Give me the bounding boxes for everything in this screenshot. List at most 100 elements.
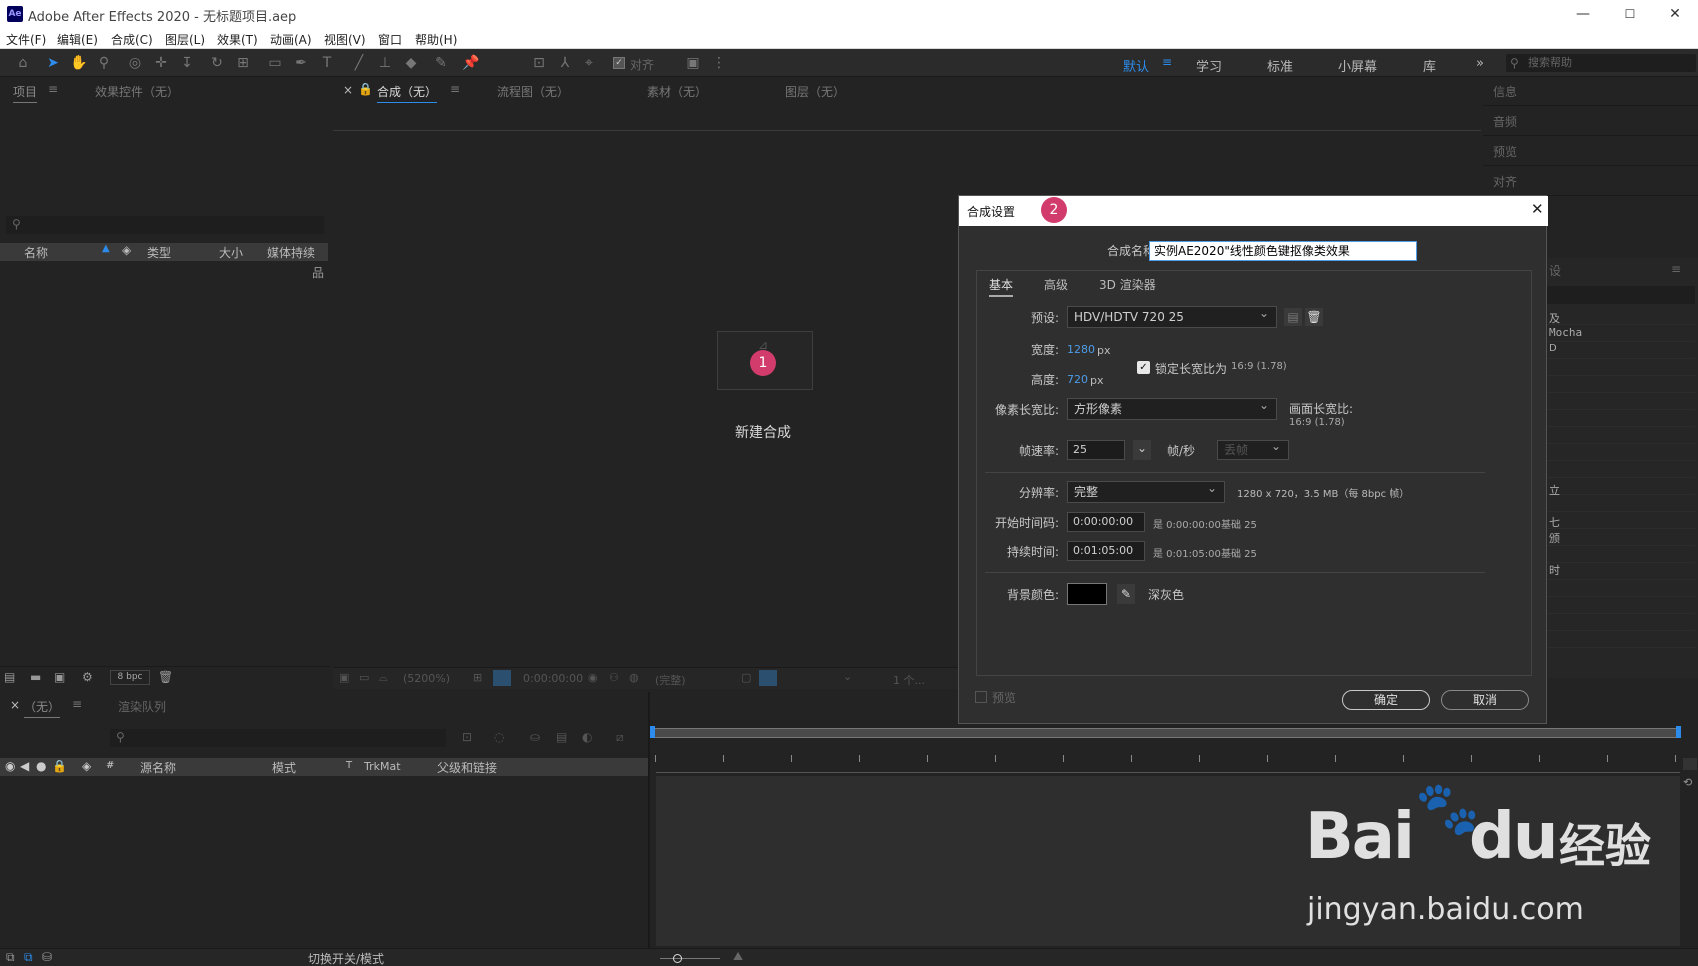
mask-icon[interactable]: ⌓: [379, 671, 388, 685]
puppet-pin-icon[interactable]: 📌: [462, 54, 480, 72]
preset-dropdown[interactable]: HDV/HDTV 720 25: [1067, 303, 1277, 328]
comp-mini-flowchart-icon[interactable]: ⊡: [462, 730, 472, 744]
orbit-camera-icon[interactable]: ◎: [126, 54, 144, 72]
region-icon[interactable]: ▢: [741, 671, 751, 684]
align-panel[interactable]: 对齐: [1483, 167, 1698, 196]
effects-item[interactable]: 颁: [1549, 530, 1560, 546]
type-tool-icon[interactable]: T: [318, 54, 336, 72]
column-mode[interactable]: 模式: [272, 759, 296, 776]
effects-item[interactable]: 时: [1549, 562, 1560, 578]
effects-item[interactable]: Mocha: [1549, 326, 1582, 339]
duration-input[interactable]: 0:01:05:00: [1067, 541, 1145, 561]
draft-3d-icon[interactable]: ◌: [494, 730, 504, 744]
column-t[interactable]: T: [346, 760, 352, 771]
zoom-slider-thumb[interactable]: [673, 954, 682, 963]
column-size[interactable]: 大小: [219, 244, 243, 261]
column-media-duration[interactable]: 媒体持续: [267, 244, 315, 261]
grid-icon[interactable]: ⊞: [473, 671, 482, 684]
motion-blur-icon[interactable]: ◐: [582, 730, 592, 744]
local-axis-icon[interactable]: ⊡: [530, 54, 548, 72]
tab-timeline[interactable]: （无）: [24, 698, 61, 718]
home-icon[interactable]: ⌂: [14, 54, 32, 72]
current-time[interactable]: 0:00:00:00: [523, 672, 583, 685]
tab-flowchart[interactable]: 流程图（无）: [497, 83, 569, 100]
project-settings-icon[interactable]: ⚙: [82, 670, 93, 684]
snap-icon[interactable]: ▣: [684, 54, 702, 72]
menu-effect[interactable]: 效果(T): [217, 31, 258, 48]
close-tab-icon[interactable]: ×: [343, 83, 353, 97]
lock-icon[interactable]: 🔒: [358, 82, 373, 96]
column-parent-link[interactable]: 父级和链接: [437, 759, 497, 776]
snap-options-icon[interactable]: ⋮: [710, 54, 728, 72]
stretch-icon[interactable]: ⛁: [42, 950, 52, 964]
graph-editor-icon[interactable]: ⧄: [616, 730, 624, 745]
time-ruler[interactable]: [656, 772, 1680, 773]
workspace-learn[interactable]: 学习: [1196, 56, 1222, 75]
start-timecode-input[interactable]: 0:00:00:00: [1067, 512, 1145, 532]
lock-aspect-checkbox[interactable]: ✓: [1137, 361, 1150, 374]
lock-icon[interactable]: 🔒: [52, 759, 67, 773]
clone-stamp-icon[interactable]: ⊥: [376, 54, 394, 72]
flowchart-icon[interactable]: 品: [312, 264, 324, 281]
transparency-icon[interactable]: [759, 670, 777, 686]
interpret-footage-icon[interactable]: ▤: [4, 670, 15, 684]
tab-effect-controls[interactable]: 效果控件（无）: [95, 83, 179, 100]
workspace-more-icon[interactable]: »: [1476, 56, 1484, 71]
workspace-libraries[interactable]: 库: [1423, 56, 1436, 75]
tab-composition[interactable]: 合成（无）: [377, 83, 438, 103]
maximize-button[interactable]: ☐: [1607, 0, 1653, 28]
rotate-tool-icon[interactable]: ↻: [208, 54, 226, 72]
panel-menu-icon[interactable]: ≡: [450, 82, 460, 96]
effects-item[interactable]: 立: [1549, 482, 1560, 498]
resolution-icon[interactable]: ▣: [339, 671, 349, 684]
info-panel[interactable]: 信息: [1483, 78, 1698, 106]
frame-rate-input[interactable]: 25: [1067, 440, 1125, 460]
workspace-default[interactable]: 默认: [1123, 56, 1149, 75]
solo-icon[interactable]: ●: [36, 759, 46, 773]
dolly-camera-icon[interactable]: ↧: [178, 54, 196, 72]
new-folder-icon[interactable]: ▬: [30, 670, 41, 684]
tab-footage[interactable]: 素材（无）: [647, 83, 707, 100]
dialog-close-button[interactable]: ✕: [1531, 200, 1544, 218]
effects-item[interactable]: D: [1549, 343, 1557, 354]
layer-switches-icon[interactable]: ⧉: [6, 950, 15, 965]
brush-tool-icon[interactable]: ╱: [350, 54, 368, 72]
panel-menu-icon[interactable]: ≡: [72, 697, 82, 711]
transparency-grid-icon[interactable]: [493, 670, 511, 686]
column-source-name[interactable]: 源名称: [140, 759, 176, 776]
preview-panel[interactable]: 预览: [1483, 137, 1698, 166]
resolution-dropdown[interactable]: 完整: [1067, 478, 1225, 503]
effects-search-input[interactable]: [1545, 286, 1695, 304]
panel-menu-icon[interactable]: ≡: [1671, 262, 1681, 276]
tab-layer[interactable]: 图层（无）: [785, 83, 845, 100]
timeline-scroll-up[interactable]: [1683, 758, 1697, 770]
frame-blending-icon[interactable]: ▤: [556, 730, 567, 744]
close-tab-icon[interactable]: ×: [10, 698, 20, 712]
menu-window[interactable]: 窗口: [378, 31, 402, 48]
eraser-tool-icon[interactable]: ◆: [402, 54, 420, 72]
column-trkmat[interactable]: TrkMat: [364, 760, 401, 773]
shy-layers-icon[interactable]: ⛀: [530, 730, 540, 744]
comp-marker-bin-icon[interactable]: ⟲: [1683, 776, 1692, 789]
tab-basic[interactable]: 基本: [989, 276, 1014, 297]
zoom-in-mountains-icon[interactable]: ⛰: [733, 949, 743, 964]
zoom-slider-track[interactable]: [660, 958, 720, 959]
tab-advanced[interactable]: 高级: [1044, 276, 1068, 293]
views-dropdown[interactable]: 1 个...: [893, 672, 925, 688]
new-composition-icon[interactable]: ▣: [54, 670, 65, 684]
frame-rate-dropdown-icon[interactable]: ⌄: [1133, 440, 1151, 460]
zoom-dropdown[interactable]: (5200%): [403, 672, 450, 685]
pen-tool-icon[interactable]: ✒: [292, 54, 310, 72]
project-search-input[interactable]: ⚲: [6, 216, 324, 234]
audio-panel[interactable]: 音频: [1483, 107, 1698, 136]
menu-composition[interactable]: 合成(C): [111, 31, 153, 48]
height-value[interactable]: 720: [1067, 373, 1088, 386]
timeline-search-input[interactable]: ⚲: [110, 729, 446, 747]
tab-project[interactable]: 项目: [13, 83, 38, 103]
navigator-start-handle[interactable]: [650, 726, 655, 738]
effects-item[interactable]: 七: [1549, 514, 1560, 530]
workspace-standard[interactable]: 标准: [1267, 56, 1293, 75]
menu-view[interactable]: 视图(V): [324, 31, 366, 48]
monitor-icon[interactable]: ▭: [359, 671, 369, 684]
pan-camera-icon[interactable]: ✛: [152, 54, 170, 72]
